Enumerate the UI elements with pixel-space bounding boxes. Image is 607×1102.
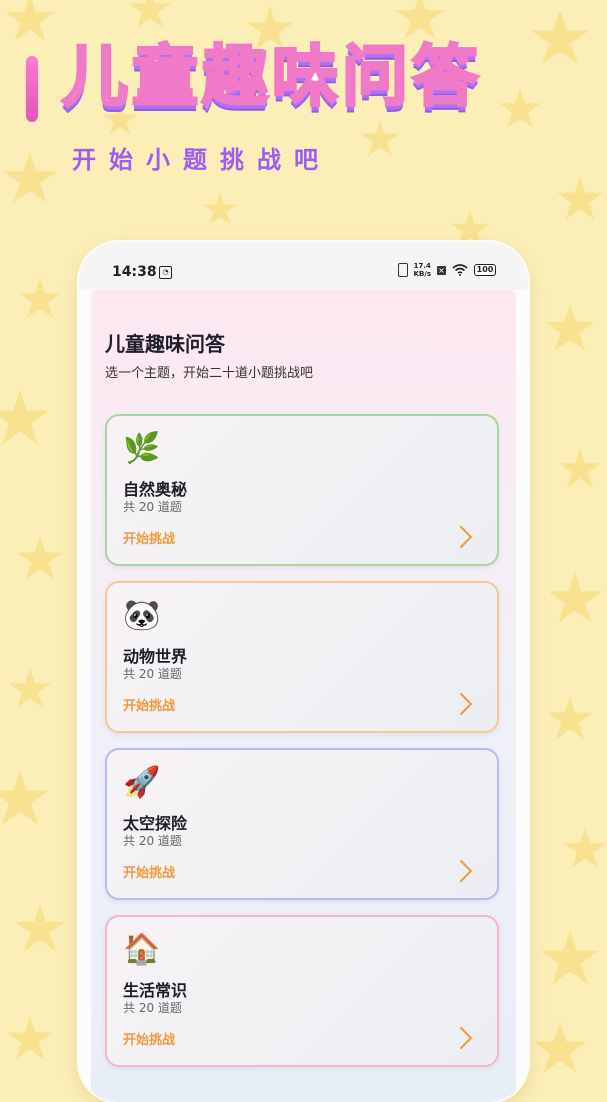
star-decoration — [19, 278, 61, 318]
hero-subtitle: 开始小题挑战吧 — [72, 146, 331, 174]
topic-title: 生活常识 — [123, 981, 188, 1000]
star-decoration — [9, 668, 51, 708]
star-decoration — [0, 770, 49, 825]
herb-icon: 🌿 — [123, 431, 161, 466]
network-speed: 17.4 KB/s — [414, 262, 431, 278]
topic-question-count: 共 20 道题 — [123, 500, 182, 514]
star-decoration — [547, 696, 593, 740]
star-decoration — [559, 448, 601, 488]
app-content: 儿童趣味问答 选一个主题，开始二十道小题挑战吧 🌿 自然奥秘 共 20 道题 开… — [91, 290, 516, 1102]
chevron-right-icon[interactable] — [455, 1025, 477, 1051]
star-decoration — [0, 390, 49, 445]
page-subtitle: 选一个主题，开始二十道小题挑战吧 — [105, 366, 314, 381]
panda-icon: 🐼 — [123, 598, 161, 633]
status-icons: 17.4 KB/s × 100 — [397, 262, 496, 278]
topic-card-life[interactable]: 🏠 生活常识 共 20 道题 开始挑战 — [105, 915, 499, 1067]
topic-question-count: 共 20 道题 — [123, 834, 182, 848]
start-challenge-link[interactable]: 开始挑战 — [123, 695, 175, 714]
battery-icon: 100 — [474, 264, 496, 276]
status-time: 14:38 — [112, 264, 157, 280]
star-decoration — [533, 1022, 587, 1073]
house-icon: 🏠 — [123, 932, 161, 967]
network-speed-value: 17.4 — [413, 262, 431, 270]
notification-icon: ◔ — [159, 266, 172, 279]
topic-title: 动物世界 — [123, 647, 188, 666]
topic-question-count: 共 20 道题 — [123, 667, 182, 681]
chevron-right-icon[interactable] — [455, 524, 477, 550]
chevron-right-icon[interactable] — [455, 691, 477, 717]
star-decoration — [7, 1016, 53, 1060]
chevron-right-icon[interactable] — [455, 858, 477, 884]
status-bar: 14:38 ◔ 17.4 KB/s × 100 — [79, 242, 528, 290]
no-sim-icon: × — [437, 265, 446, 275]
topic-question-count: 共 20 道题 — [123, 1001, 182, 1015]
topic-title: 太空探险 — [123, 814, 188, 833]
star-decoration — [15, 904, 65, 952]
star-decoration — [545, 304, 595, 352]
topic-title: 自然奥秘 — [123, 480, 188, 499]
hero-title: 儿童趣味问答 — [61, 38, 482, 115]
topic-card-nature[interactable]: 🌿 自然奥秘 共 20 道题 开始挑战 — [105, 414, 499, 566]
topic-card-animals[interactable]: 🐼 动物世界 共 20 道题 开始挑战 — [105, 581, 499, 733]
topic-card-space[interactable]: 🚀 太空探险 共 20 道题 开始挑战 — [105, 748, 499, 900]
rocket-icon: 🚀 — [123, 765, 161, 800]
start-challenge-link[interactable]: 开始挑战 — [123, 862, 175, 881]
page-title: 儿童趣味问答 — [105, 332, 225, 356]
start-challenge-link[interactable]: 开始挑战 — [123, 1029, 175, 1048]
star-decoration — [548, 572, 602, 623]
wifi-icon — [452, 264, 468, 276]
star-decoration — [17, 536, 63, 580]
vibrate-icon — [397, 263, 408, 277]
hero-accent-bar — [26, 56, 38, 122]
phone-frame: 14:38 ◔ 17.4 KB/s × 100 儿童趣味问答 选一个主题，开始二… — [79, 242, 528, 1102]
star-decoration — [541, 930, 599, 985]
network-speed-unit: KB/s — [413, 270, 431, 278]
start-challenge-link[interactable]: 开始挑战 — [123, 528, 175, 547]
hero-banner: 儿童趣味问答 开始小题挑战吧 — [0, 0, 607, 230]
star-decoration — [564, 828, 606, 868]
